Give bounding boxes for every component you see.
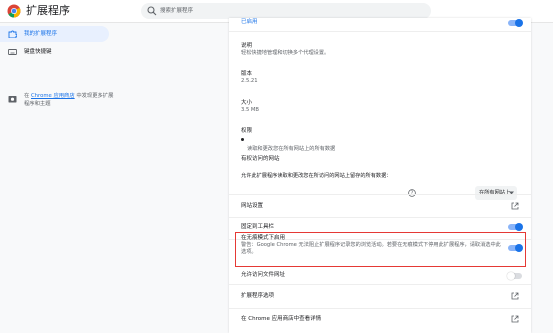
chrome-logo-icon (7, 4, 21, 18)
size-title: 大小 (241, 100, 253, 106)
site-access-desc: 允许此扩展程序读取和更改您在所访问的网站上留存的所有数据： (241, 173, 392, 179)
divider (229, 284, 531, 285)
bullet (241, 138, 244, 141)
description-title: 说明 (241, 43, 253, 49)
store-promo-text: 在 Chrome 应用商店 中发现更多扩展程序和主题 (24, 93, 114, 107)
page-title: 扩展程序 (26, 4, 70, 17)
keyboard-icon (8, 49, 17, 55)
sidebar: 我的扩展程序 键盘快捷键 在 Chrome 应用商店 中发现更多扩展程序和主题 (0, 22, 120, 333)
permissions-title: 权限 (241, 128, 253, 134)
search-placeholder: 搜索扩展程序 (160, 8, 194, 14)
file-urls-row: 允许访问文件网址 (241, 268, 521, 282)
help-circle-icon[interactable]: ? (408, 189, 416, 197)
size-section: 大小 3.5 MB (241, 99, 521, 114)
view-in-store-row[interactable]: 在 Chrome 应用商店中查看详情 (241, 311, 521, 327)
status-label: 已启用 (241, 19, 258, 25)
pin-toolbar-toggle[interactable] (508, 223, 523, 231)
site-settings-row[interactable]: 网站设置 (241, 198, 521, 214)
version-title: 版本 (241, 71, 253, 77)
extension-puzzle-icon (8, 30, 17, 38)
status-row: 已启用 (241, 18, 521, 26)
sidebar-item-my-extensions[interactable]: 我的扩展程序 (0, 26, 109, 42)
view-in-store-label: 在 Chrome 应用商店中查看详情 (241, 316, 322, 322)
file-urls-toggle[interactable] (507, 272, 522, 280)
sidebar-item-keyboard-shortcuts[interactable]: 键盘快捷键 (0, 44, 109, 60)
file-urls-label: 允许访问文件网址 (241, 272, 286, 278)
description-value: 轻松快捷地管理和切换多个代理设置。 (241, 50, 330, 56)
open-external-icon[interactable] (511, 202, 519, 210)
version-section: 版本 2.5.21 (241, 70, 521, 85)
search-input[interactable]: 搜索扩展程序 (141, 3, 431, 19)
divider (229, 308, 531, 309)
size-value: 3.5 MB (241, 107, 259, 113)
chrome-store-link[interactable]: Chrome 应用商店 (31, 93, 75, 99)
store-icon (8, 96, 17, 103)
permissions-section: 权限 读取和更改您在所有网站上的所有数据 (241, 127, 521, 154)
site-settings-label: 网站设置 (241, 203, 264, 209)
site-access-section: 有权访问的网站 (241, 155, 521, 163)
divider (229, 31, 531, 32)
sidebar-item-label: 我的扩展程序 (24, 31, 58, 37)
divider (229, 194, 531, 195)
permission-item: 读取和更改您在所有网站上的所有数据 (241, 135, 521, 154)
extension-options-label: 扩展程序选项 (241, 293, 275, 299)
incognito-highlight-box (235, 232, 526, 267)
enable-toggle[interactable] (508, 19, 523, 27)
sidebar-item-label: 键盘快捷键 (24, 49, 52, 55)
divider (229, 217, 531, 218)
version-value: 2.5.21 (241, 78, 258, 84)
extension-details-card: 已启用 说明 轻松快捷地管理和切换多个代理设置。 版本 2.5.21 大小 3.… (229, 18, 531, 333)
open-external-icon[interactable] (511, 292, 519, 300)
search-icon (147, 6, 157, 16)
extension-options-row[interactable]: 扩展程序选项 (241, 288, 521, 304)
site-access-row: 允许此扩展程序读取和更改您在所访问的网站上留存的所有数据： (241, 173, 521, 180)
site-access-title: 有权访问的网站 (241, 156, 280, 162)
open-external-icon[interactable] (511, 315, 519, 323)
description-section: 说明 轻松快捷地管理和切换多个代理设置。 (241, 42, 521, 57)
permission-text: 读取和更改您在所有网站上的所有数据 (247, 146, 336, 152)
